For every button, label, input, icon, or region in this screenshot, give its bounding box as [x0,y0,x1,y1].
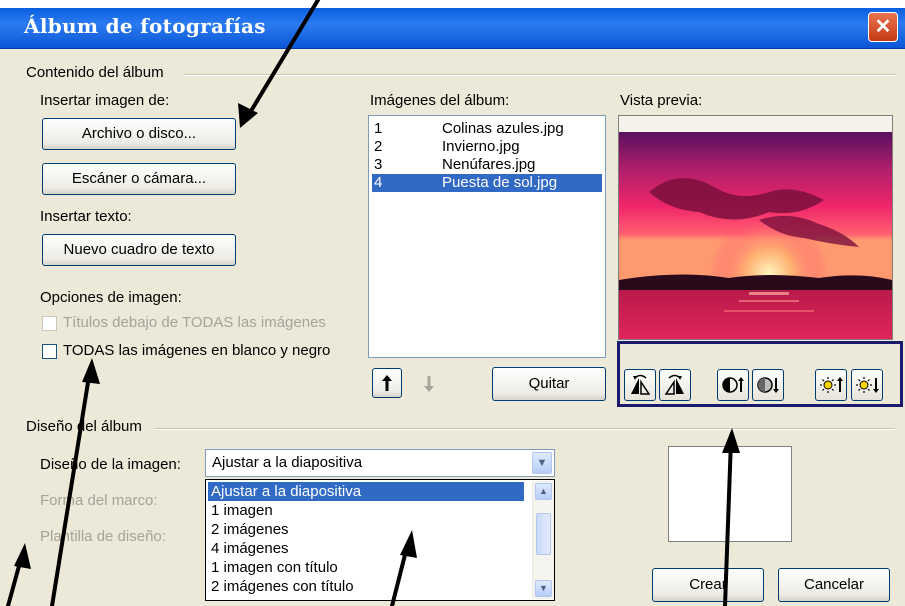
list-item-selected[interactable]: 4 Puesta de sol.jpg [372,174,602,192]
move-down-button[interactable] [414,368,444,398]
image-layout-label: Diseño de la imagen: [40,456,181,473]
list-item-name: Puesta de sol.jpg [442,174,558,191]
captions-checkbox[interactable] [42,316,57,331]
preview-label: Vista previa: [620,92,703,109]
blackwhite-label: TODAS las imágenes en blanco y negro [63,342,331,359]
rotate-left-button[interactable] [624,369,656,401]
remove-label: Quitar [528,375,570,392]
list-item-name: Nenúfares.jpg [442,156,536,173]
contrast-down-button[interactable] [752,369,784,401]
rotate-right-icon [664,374,684,395]
dropdown-option[interactable]: Ajustar a la diapositiva [208,482,524,501]
brightness-up-icon [820,377,843,393]
dropdown-option[interactable]: 1 imagen [208,501,524,520]
scanner-camera-label: Escáner o cámara... [71,170,207,187]
arrow-up-icon [382,375,392,391]
new-textbox-button[interactable]: Nuevo cuadro de texto [42,234,236,266]
arrow-down-icon [424,376,434,392]
dropdown-option[interactable]: 4 imágenes [208,539,524,558]
file-or-disk-label: Archivo o disco... [81,125,197,142]
dropdown-option[interactable]: 1 imagen con título [208,558,524,577]
window-title: Álbum de fotografías [24,14,266,38]
brightness-down-icon [856,377,879,393]
cancel-button[interactable]: Cancelar [778,568,890,602]
album-images-list[interactable]: 1 Colinas azules.jpg 2 Invierno.jpg 3 Ne… [368,115,606,358]
dropdown-option[interactable]: 2 imágenes con título [208,577,524,596]
list-item[interactable]: 1 Colinas azules.jpg [372,120,602,138]
file-or-disk-button[interactable]: Archivo o disco... [42,118,236,150]
close-button[interactable]: ✕ [868,12,898,42]
new-textbox-label: Nuevo cuadro de texto [63,241,215,258]
image-layout-select[interactable]: Ajustar a la diapositiva ▼ [205,449,555,477]
scanner-camera-button[interactable]: Escáner o cámara... [42,163,236,195]
dropdown-option[interactable]: 2 imágenes [208,520,524,539]
image-options-label: Opciones de imagen: [40,289,182,306]
list-item-number: 3 [374,156,383,173]
layout-group-label: Diseño del álbum [26,418,142,435]
design-template-label: Plantilla de diseño: [40,528,166,545]
list-item[interactable]: 3 Nenúfares.jpg [372,156,602,174]
insert-text-label: Insertar texto: [40,208,132,225]
rotate-left-icon [631,374,651,395]
scroll-up-icon[interactable]: ▲ [535,483,552,500]
contrast-up-button[interactable] [717,369,749,401]
blackwhite-checkbox[interactable] [42,344,57,359]
scroll-thumb[interactable] [536,513,551,555]
content-group-label: Contenido del álbum [26,64,164,81]
dropdown-scrollbar[interactable]: ▲ ▼ [532,481,554,599]
brightness-down-button[interactable] [851,369,883,401]
captions-label: Títulos debajo de TODAS las imágenes [63,314,326,331]
list-item-name: Colinas azules.jpg [442,120,564,137]
content-group-divider [183,74,895,76]
frame-shape-label: Forma del marco: [40,492,158,509]
close-icon: ✕ [874,16,892,38]
insert-image-label: Insertar imagen de: [40,92,170,109]
scroll-down-icon[interactable]: ▼ [535,580,552,597]
brightness-up-button[interactable] [815,369,847,401]
contrast-up-icon [722,377,744,393]
list-item-number: 1 [374,120,383,137]
list-item-name: Invierno.jpg [442,138,520,155]
remove-button[interactable]: Quitar [492,367,606,401]
list-item[interactable]: 2 Invierno.jpg [372,138,602,156]
list-item-number: 4 [374,174,383,191]
contrast-down-icon [757,377,779,393]
cancel-label: Cancelar [803,576,865,593]
rotate-right-button[interactable] [659,369,691,401]
list-item-number: 2 [374,138,383,155]
image-layout-dropdown[interactable]: Ajustar a la diapositiva 1 imagen 2 imág… [205,479,555,601]
chevron-down-icon[interactable]: ▼ [532,452,552,474]
album-images-label: Imágenes del álbum: [370,92,510,109]
layout-group-divider [155,428,895,430]
image-layout-value: Ajustar a la diapositiva [212,454,363,471]
preview-image [619,132,892,339]
move-up-button[interactable] [372,368,402,398]
create-label: Crear [689,576,727,593]
create-button[interactable]: Crear [652,568,764,602]
layout-preview [668,446,792,542]
